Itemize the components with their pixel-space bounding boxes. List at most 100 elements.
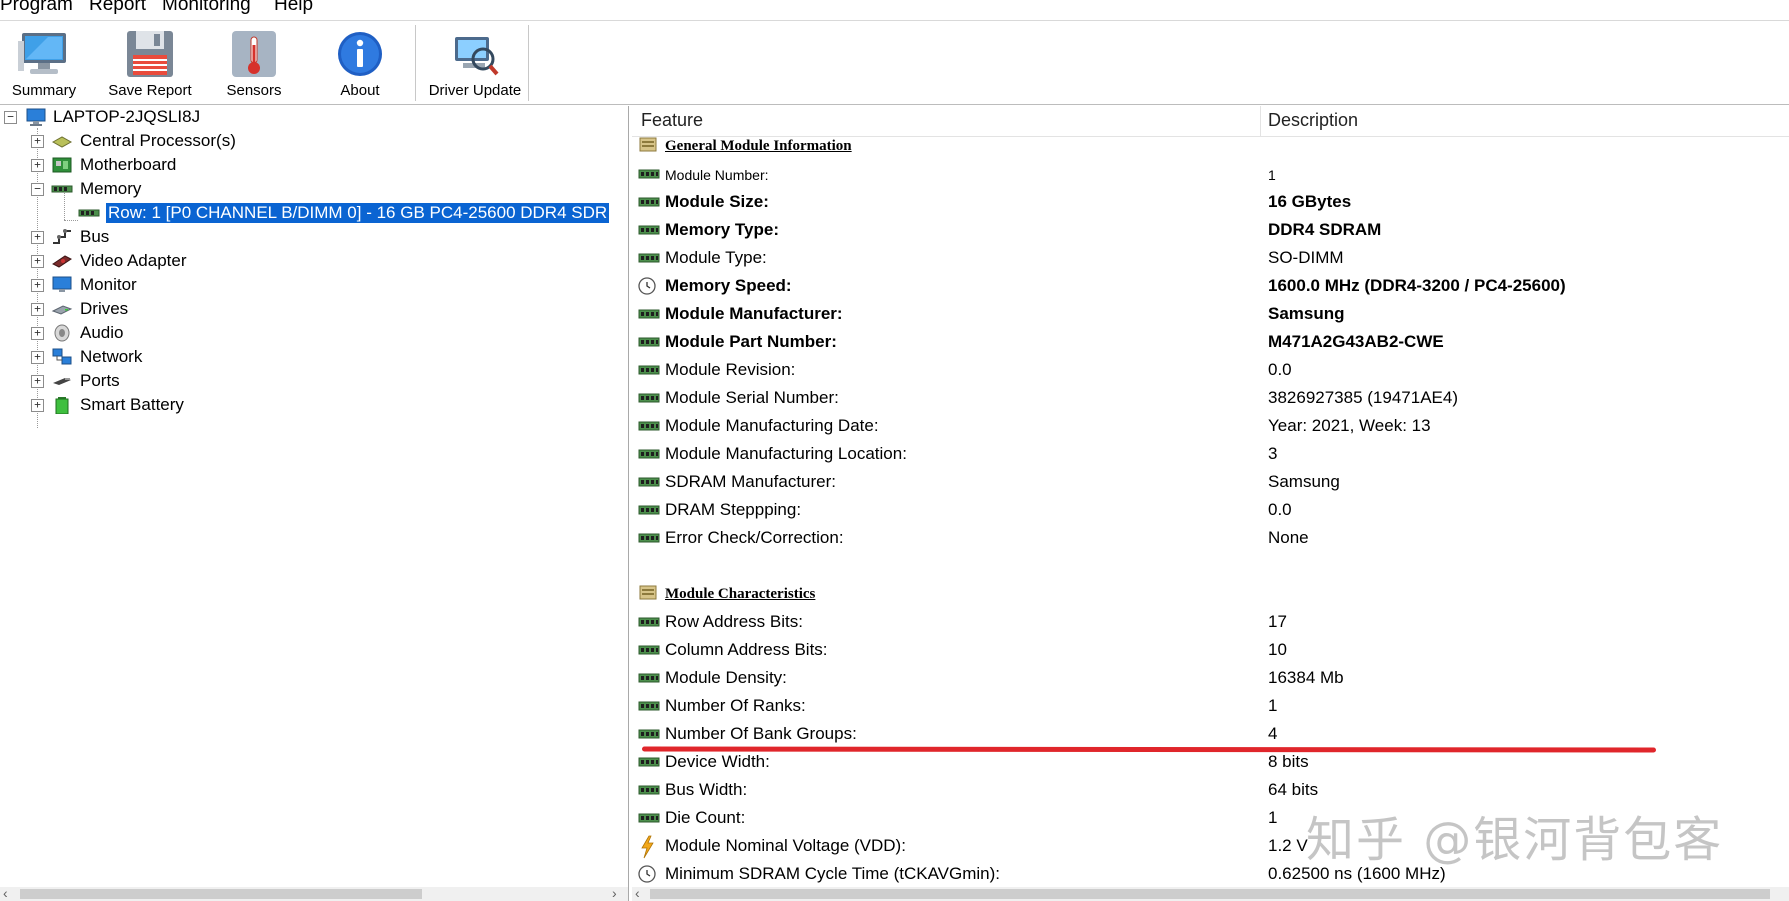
save-report-button[interactable]: Save Report [104, 25, 196, 101]
section-header[interactable]: Module Characteristics [632, 581, 1789, 609]
summary-button[interactable]: Summary [4, 25, 84, 101]
description-cell: None [1268, 528, 1309, 547]
feature-cell: Memory Type: [665, 220, 779, 239]
description-cell: 1600.0 MHz (DDR4-3200 / PC4-25600) [1268, 276, 1566, 295]
expand-icon[interactable]: + [31, 255, 44, 268]
table-row[interactable]: Module Type: SO-DIMM [632, 245, 1789, 273]
feature-cell: Module Manufacturing Location: [665, 444, 907, 463]
menu-program[interactable]: Program [0, 0, 73, 16]
table-row[interactable]: Module Size: 16 GBytes [632, 189, 1789, 217]
tree-item-network[interactable]: + Network [0, 346, 620, 370]
feature-column-header[interactable]: Feature [641, 110, 703, 131]
expand-icon[interactable]: + [31, 399, 44, 412]
feature-cell: Number Of Bank Groups: [665, 724, 857, 743]
expand-icon[interactable]: + [31, 303, 44, 316]
table-row[interactable]: SDRAM Manufacturer: Samsung [632, 469, 1789, 497]
module-icon [638, 449, 660, 459]
feature-cell: Column Address Bits: [665, 640, 828, 659]
clock-icon [638, 277, 656, 295]
table-row[interactable]: Module Manufacturing Date: Year: 2021, We… [632, 413, 1789, 441]
description-cell: 16384 Mb [1268, 668, 1344, 687]
table-row[interactable]: Column Address Bits: 10 [632, 637, 1789, 665]
table-row[interactable]: Number Of Ranks: 1 [632, 693, 1789, 721]
table-row[interactable]: Number Of Bank Groups: 4 [632, 721, 1789, 749]
expand-icon[interactable]: + [31, 135, 44, 148]
scroll-left-icon[interactable]: ‹ [635, 885, 640, 901]
about-button[interactable]: About [320, 25, 400, 101]
memory-module-icon [78, 209, 100, 217]
table-row[interactable]: Module Density: 16384 Mb [632, 665, 1789, 693]
sensors-button[interactable]: Sensors [214, 25, 294, 101]
tree-item-label: Monitor [80, 275, 137, 294]
description-cell: 1 [1268, 808, 1278, 827]
module-icon [638, 421, 660, 431]
computer-icon [26, 108, 46, 126]
driver-update-button[interactable]: Driver Update [424, 25, 526, 101]
table-row[interactable]: Memory Speed: 1600.0 MHz (DDR4-3200 / PC4… [632, 273, 1789, 301]
feature-cell: DRAM Steppping: [665, 500, 802, 519]
expand-icon[interactable]: + [31, 159, 44, 172]
module-icon [638, 533, 660, 543]
tree-item-drives[interactable]: + Drives [0, 298, 620, 322]
feature-cell: Bus Width: [665, 780, 748, 799]
tree-item-label: Audio [80, 323, 124, 342]
menu-monitoring[interactable]: Monitoring [162, 0, 251, 16]
description-cell: SO-DIMM [1268, 248, 1344, 267]
tree-item-audio[interactable]: + Audio [0, 322, 620, 346]
expand-icon[interactable]: + [31, 351, 44, 364]
collapse-icon[interactable]: − [4, 111, 17, 124]
scrollbar-thumb[interactable] [20, 889, 422, 899]
menu-report[interactable]: Report [89, 0, 146, 16]
description-cell: 3 [1268, 444, 1278, 463]
tree-horizontal-scrollbar[interactable]: ‹ › [0, 885, 628, 901]
table-row[interactable]: Module Number: 1 [632, 161, 1789, 189]
table-row[interactable]: Row Address Bits: 17 [632, 609, 1789, 637]
expand-icon[interactable]: + [31, 279, 44, 292]
tree-item-label: Memory [80, 179, 142, 198]
tree-root[interactable]: − LAPTOP-2JQSLI8J [0, 106, 620, 130]
tree-item-memory-row-1[interactable]: Row: 1 [P0 CHANNEL B/DIMM 0] - 16 GB PC4… [0, 202, 628, 226]
feature-cell: Module Part Number: [665, 332, 837, 351]
module-icon [638, 225, 660, 235]
menu-help[interactable]: Help [274, 0, 313, 16]
description-cell: 4 [1268, 724, 1278, 743]
table-row[interactable]: Module Manufacturing Location: 3 [632, 441, 1789, 469]
tree-item-video-adapter[interactable]: + Video Adapter [0, 250, 620, 274]
detail-horizontal-scrollbar[interactable]: ‹ [632, 885, 1789, 901]
tree-item-memory[interactable]: − Memory [0, 178, 620, 202]
tree-item-ports[interactable]: + Ports [0, 370, 620, 394]
table-row[interactable]: Module Part Number: M471A2G43AB2-CWE [632, 329, 1789, 357]
device-tree[interactable]: − LAPTOP-2JQSLI8J + Central Processor(s)… [0, 106, 628, 886]
feature-cell: Module Characteristics [665, 586, 816, 602]
scroll-left-icon[interactable]: ‹ [3, 885, 8, 901]
collapse-icon[interactable]: − [31, 183, 44, 196]
expand-icon[interactable]: + [31, 327, 44, 340]
table-row[interactable]: Error Check/Correction: None [632, 525, 1789, 553]
table-row[interactable]: Module Serial Number: 3826927385 (19471AE… [632, 385, 1789, 413]
description-column-header[interactable]: Description [1268, 110, 1358, 131]
expand-icon[interactable]: + [31, 375, 44, 388]
tree-item-monitor[interactable]: + Monitor [0, 274, 620, 298]
toolbar-separator [528, 25, 529, 101]
tree-item-label: Central Processor(s) [80, 131, 236, 150]
expand-icon[interactable]: + [31, 231, 44, 244]
section-header[interactable]: General Module Information [632, 133, 1789, 161]
table-row[interactable]: Module Revision: 0.0 [632, 357, 1789, 385]
tree-item-motherboard[interactable]: + Motherboard [0, 154, 620, 178]
description-cell: M471A2G43AB2-CWE [1268, 332, 1444, 351]
video-adapter-icon [52, 255, 72, 268]
table-row[interactable]: Memory Type: DDR4 SDRAM [632, 217, 1789, 245]
battery-icon [55, 397, 69, 414]
module-icon [638, 197, 660, 207]
column-divider[interactable] [1260, 106, 1261, 136]
tree-item-cpu[interactable]: + Central Processor(s) [0, 130, 620, 154]
feature-cell: Module Type: [665, 248, 767, 267]
table-row[interactable]: DRAM Steppping: 0.0 [632, 497, 1789, 525]
table-row[interactable]: Module Manufacturer: Samsung [632, 301, 1789, 329]
tree-item-bus[interactable]: + Bus [0, 226, 620, 250]
tree-item-smart-battery[interactable]: + Smart Battery [0, 394, 620, 418]
scrollbar-thumb[interactable] [650, 889, 1770, 899]
feature-cell: Row Address Bits: [665, 612, 803, 631]
table-row[interactable]: Device Width: 8 bits [632, 749, 1789, 777]
scroll-right-icon[interactable]: › [612, 885, 617, 901]
